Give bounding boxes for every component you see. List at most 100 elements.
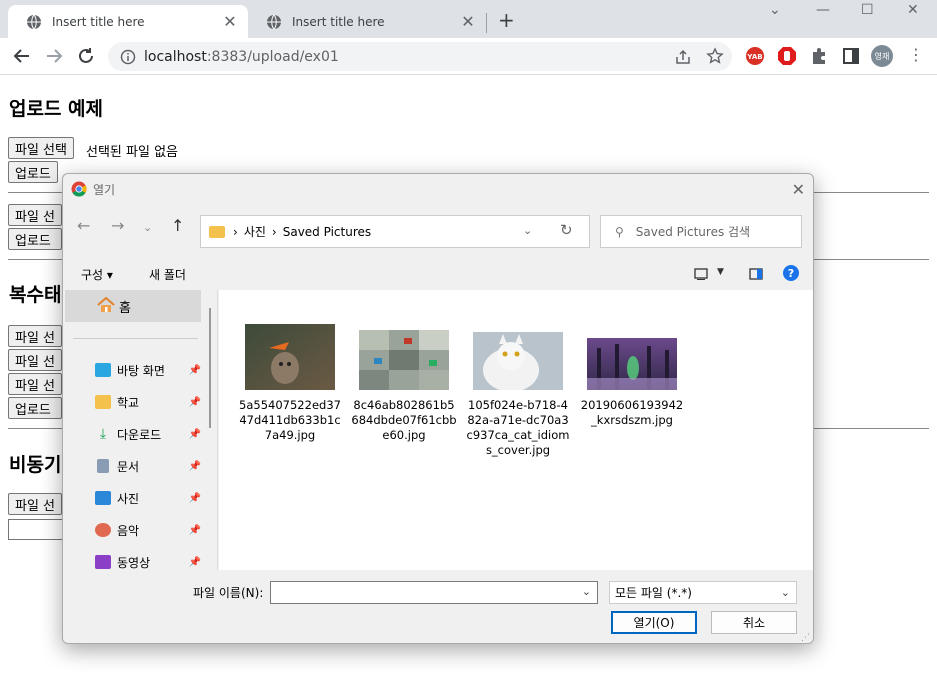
sidebar-item-downloads[interactable]: ⤓ 다운로드 📌	[95, 424, 201, 444]
filename-input[interactable]: ⌄	[270, 581, 598, 604]
adblock-icon[interactable]	[777, 46, 797, 66]
sidebar-item-videos[interactable]: 동영상 📌	[95, 552, 201, 572]
tab-strip: Insert title here ✕ Insert title here ✕ …	[0, 0, 937, 38]
upload-button[interactable]: 업로드	[8, 161, 58, 183]
sidebar-item-home[interactable]: 홈	[65, 290, 201, 322]
file-type-select[interactable]: 모든 파일 (*.*) ⌄	[609, 581, 797, 604]
pin-icon[interactable]: 📌	[189, 557, 201, 568]
file-select-button[interactable]: 파일 선	[8, 493, 62, 515]
sidebar-item-desktop[interactable]: 바탕 화면 📌	[95, 360, 201, 380]
tab-active[interactable]: Insert title here ✕	[8, 5, 248, 38]
close-icon[interactable]: ✕	[222, 12, 238, 31]
new-folder-button[interactable]: 새 폴더	[149, 266, 186, 283]
sidebar-item-label: 음악	[117, 523, 140, 538]
reload-icon[interactable]	[75, 45, 97, 67]
info-icon[interactable]	[120, 49, 136, 65]
back-icon[interactable]	[11, 45, 33, 67]
address-bar[interactable]: localhost:8383/upload/ex01	[108, 42, 732, 71]
file-select-button[interactable]: 파일 선	[8, 204, 62, 226]
close-window-button[interactable]: ✕	[907, 2, 919, 18]
file-select-button[interactable]: 파일 선	[8, 325, 62, 347]
sidebar-item-label: 다운로드	[117, 427, 162, 442]
sidebar-item-school[interactable]: 학교 📌	[95, 392, 201, 412]
preview-pane-icon[interactable]	[749, 268, 763, 280]
no-file-label: 선택된 파일 없음	[86, 145, 178, 160]
forward-icon[interactable]: →	[111, 216, 124, 235]
share-icon[interactable]	[674, 48, 692, 66]
help-icon[interactable]: ?	[783, 265, 799, 281]
file-list: 5a55407522ed3747d411db633b1c7a49.jpg 8c4…	[219, 290, 813, 570]
file-select-button[interactable]: 파일 선	[8, 349, 62, 371]
close-icon[interactable]: ✕	[792, 180, 805, 199]
breadcrumb-item[interactable]: Saved Pictures	[283, 225, 371, 239]
dialog-titlebar: 열기	[63, 174, 813, 204]
chevron-down-icon[interactable]: ⌄	[143, 221, 152, 234]
chrome-icon	[71, 181, 87, 197]
upload-button[interactable]: 업로드	[8, 397, 62, 419]
organize-button[interactable]: 구성 ▾	[81, 266, 113, 283]
pin-icon[interactable]: 📌	[189, 461, 201, 472]
forward-icon[interactable]	[43, 45, 65, 67]
sidebar-item-music[interactable]: 음악 📌	[95, 520, 201, 540]
tab-inactive[interactable]: Insert title here ✕	[248, 5, 486, 38]
breadcrumb-item[interactable]: 사진	[244, 223, 266, 240]
new-tab-button[interactable]: +	[498, 8, 515, 32]
file-item[interactable]: 5a55407522ed3747d411db633b1c7a49.jpg	[237, 324, 343, 443]
search-input[interactable]: ⚲ Saved Pictures 검색	[600, 215, 802, 248]
file-select-button[interactable]: 파일 선	[8, 373, 62, 395]
sidepanel-icon[interactable]	[841, 46, 861, 66]
file-item[interactable]: 105f024e-b718-482a-a71e-dc70a3c937ca_cat…	[465, 332, 571, 458]
file-select-button[interactable]: 파일 선택	[8, 137, 74, 159]
view-icon[interactable]	[694, 268, 708, 280]
divider	[73, 338, 198, 339]
sidebar-item-documents[interactable]: 문서 📌	[95, 456, 201, 476]
resize-grip-icon[interactable]: ⋰	[801, 633, 810, 643]
sidebar-item-label: 동영상	[117, 555, 151, 570]
minimize-button[interactable]: —	[816, 2, 830, 18]
globe-icon	[267, 14, 281, 29]
command-bar: 구성 ▾ 새 폴더 ▼	[63, 259, 813, 289]
upload-button[interactable]: 업로드	[8, 228, 62, 250]
navigation-pane: 홈 바탕 화면 📌 학교 📌 ⤓ 다운로드 📌 문서 📌 사진 📌 음악 📌 동…	[63, 290, 218, 570]
url-host: localhost	[144, 48, 207, 65]
sidebar-item-pictures[interactable]: 사진 📌	[95, 488, 201, 508]
chevron-down-icon[interactable]: ⌄	[523, 224, 532, 237]
file-item[interactable]: 8c46ab802861b5684dbde07f61cbbe60.jpg	[351, 330, 457, 443]
up-arrow-icon[interactable]: ↑	[171, 216, 184, 235]
tab-search-chevron-icon[interactable]: ⌄	[769, 2, 781, 18]
pin-icon[interactable]: 📌	[189, 365, 201, 376]
sidebar-item-label: 사진	[117, 491, 140, 506]
chevron-down-icon: ⌄	[780, 586, 790, 599]
chevron-down-icon[interactable]: ⌄	[582, 585, 591, 598]
image-thumbnail	[587, 338, 677, 390]
menu-icon[interactable]: ⋮	[908, 45, 924, 64]
back-icon[interactable]: ←	[77, 216, 90, 235]
pin-icon[interactable]: 📌	[189, 397, 201, 408]
chevron-down-icon[interactable]: ▼	[717, 267, 724, 277]
file-item[interactable]: 20190606193942_kxrsdszm.jpg	[579, 338, 685, 428]
cancel-button[interactable]: 취소	[711, 611, 797, 634]
filename-label: 파일 이름(N):	[193, 586, 264, 600]
pin-icon[interactable]: 📌	[189, 525, 201, 536]
breadcrumb-separator: ›	[233, 224, 238, 239]
close-icon[interactable]: ✕	[460, 12, 476, 31]
yab-icon[interactable]: YAB	[745, 46, 765, 66]
globe-icon	[27, 14, 41, 29]
refresh-icon[interactable]: ↻	[560, 221, 573, 239]
maximize-button[interactable]: ☐	[861, 2, 874, 18]
open-button[interactable]: 열기(O)	[611, 611, 697, 634]
section-title: 복수태	[9, 284, 62, 306]
dialog-footer: 파일 이름(N): ⌄ 모든 파일 (*.*) ⌄ 열기(O) 취소 ⋰	[63, 570, 813, 643]
file-open-dialog: 열기 ✕ ← → ⌄ ↑ › 사진 › Saved Pictures ⌄ ↻ ⚲…	[62, 173, 814, 644]
pin-icon[interactable]: 📌	[189, 493, 201, 504]
pin-icon[interactable]: 📌	[189, 429, 201, 440]
image-thumbnail	[473, 332, 563, 392]
scrollbar[interactable]	[209, 308, 211, 428]
file-name: 20190606193942_kxrsdszm.jpg	[580, 398, 684, 427]
avatar[interactable]: 영재	[871, 45, 893, 67]
puzzle-icon[interactable]	[809, 46, 829, 66]
folder-icon	[209, 225, 225, 238]
text-input[interactable]	[8, 519, 68, 540]
star-icon[interactable]	[706, 47, 724, 65]
pictures-icon	[95, 491, 111, 505]
